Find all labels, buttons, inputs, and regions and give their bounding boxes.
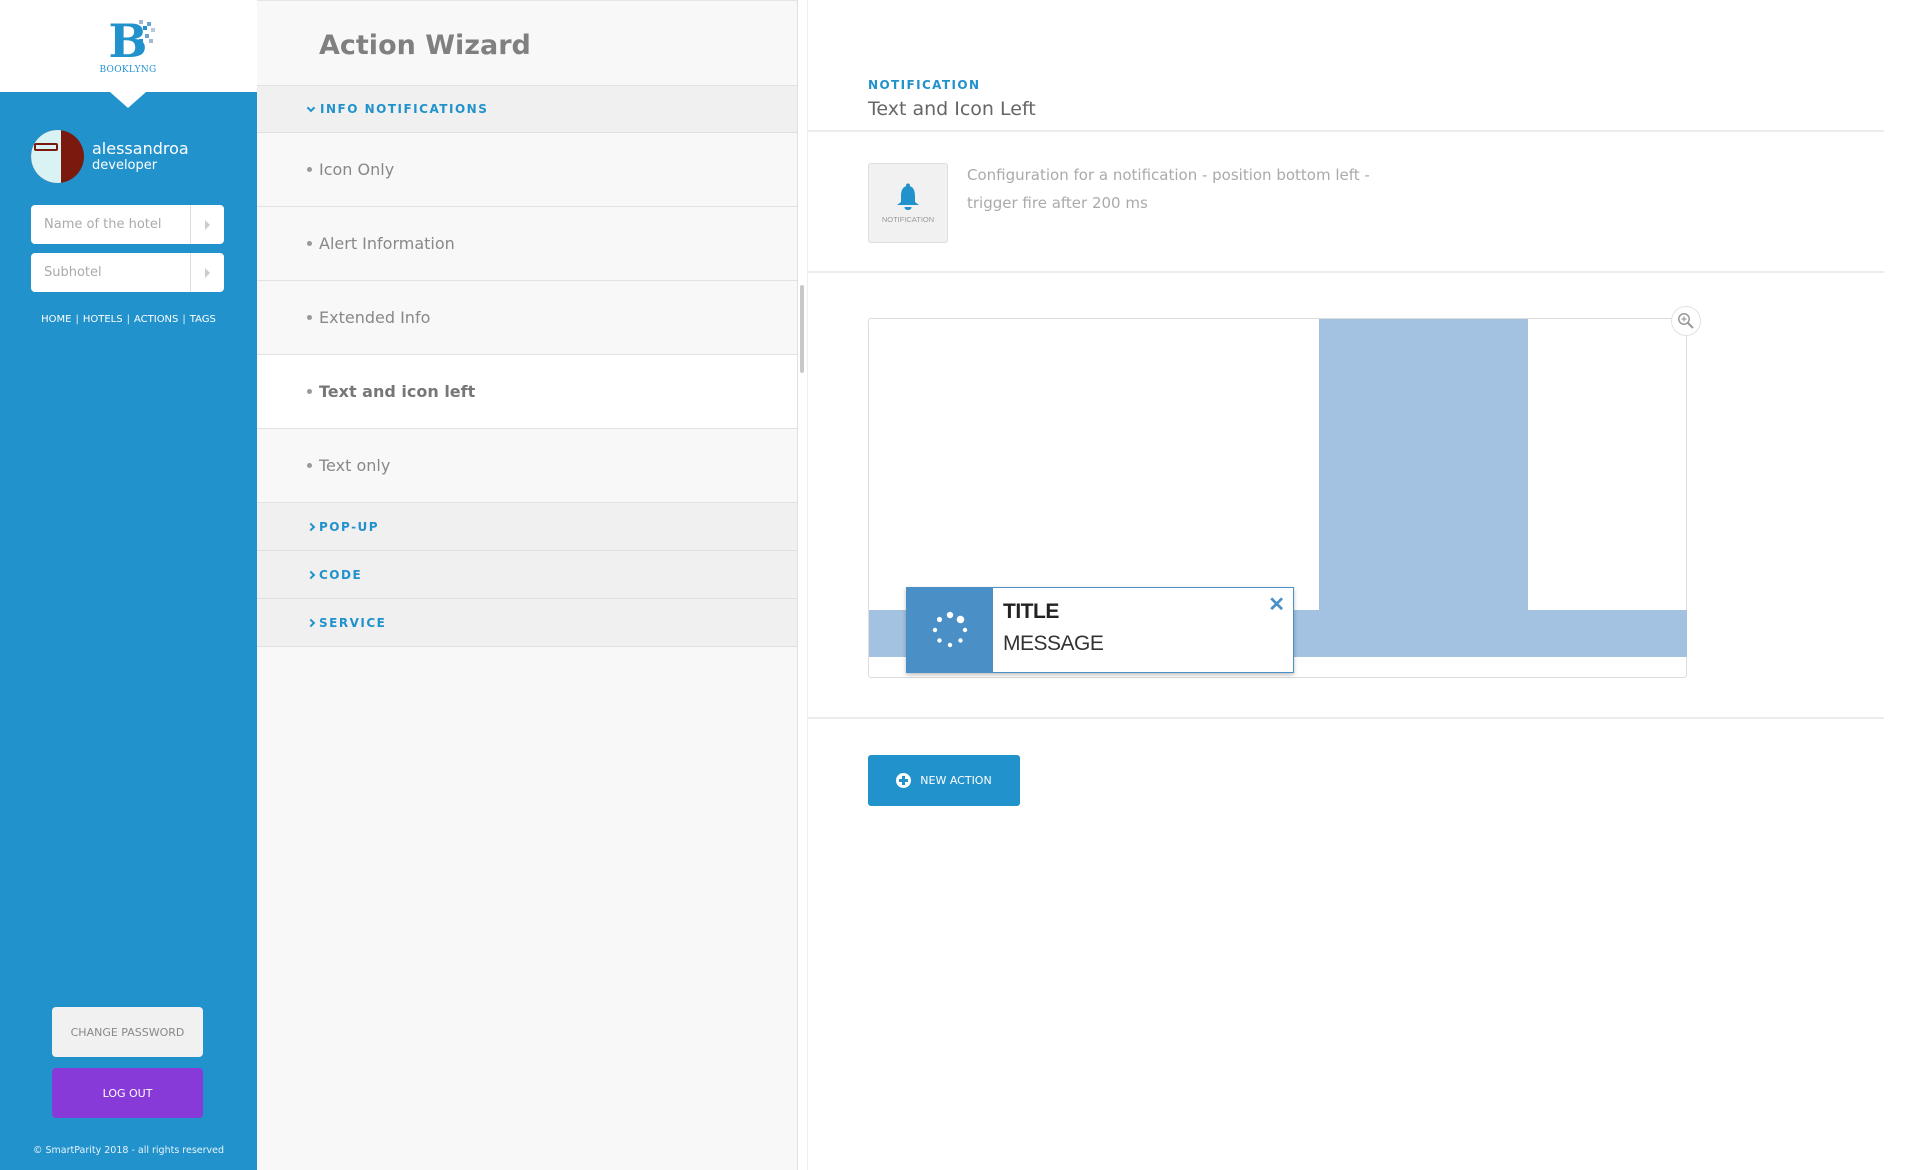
caret-right-icon bbox=[205, 267, 210, 278]
caret-right-icon bbox=[205, 219, 210, 230]
divider bbox=[808, 130, 1884, 132]
divider bbox=[808, 271, 1884, 273]
action-wizard-panel: Action Wizard INFO NOTIFICATIONS Icon On… bbox=[257, 0, 798, 1170]
section-code[interactable]: CODE bbox=[257, 551, 797, 599]
wizard-item-extended-info[interactable]: Extended Info bbox=[257, 281, 797, 355]
wizard-item-label: Alert Information bbox=[319, 234, 455, 253]
copyright-footer: © SmartParity 2018 - all rights reserved bbox=[32, 1145, 225, 1156]
user-profile: alessandroa developer bbox=[31, 128, 189, 184]
logo-area: B BOOKLYNG bbox=[0, 0, 257, 92]
bullet-icon bbox=[307, 315, 312, 320]
section-pop-up[interactable]: POP-UP bbox=[257, 503, 797, 551]
avatar[interactable] bbox=[31, 129, 84, 183]
nav-link-actions[interactable]: ACTIONS bbox=[134, 314, 178, 325]
action-description: Configuration for a notification - posit… bbox=[967, 166, 1370, 212]
preview-background-shape bbox=[1319, 319, 1528, 657]
page-title: Action Wizard bbox=[319, 30, 531, 61]
card-label: NOTIFICATION bbox=[881, 214, 935, 224]
toast-title: TITLE bbox=[1003, 600, 1059, 623]
wizard-item-text-and-icon-left[interactable]: Text and icon left bbox=[257, 355, 797, 429]
loading-spinner-icon bbox=[932, 611, 968, 648]
zoom-in-icon bbox=[1678, 313, 1694, 329]
wizard-item-alert-information[interactable]: Alert Information bbox=[257, 207, 797, 281]
plus-circle-icon bbox=[896, 773, 912, 788]
nav-separator: | bbox=[126, 314, 130, 325]
close-icon[interactable]: ✕ bbox=[1268, 592, 1285, 617]
section-label: POP-UP bbox=[319, 519, 380, 534]
subhotel-go-button[interactable] bbox=[190, 253, 224, 292]
detail-kicker: NOTIFICATION bbox=[868, 78, 981, 92]
booklyng-logo[interactable]: B BOOKLYNG bbox=[95, 18, 161, 80]
sidebar: B BOOKLYNG alessandroa developer Name of… bbox=[0, 0, 257, 1170]
notification-type-card: NOTIFICATION bbox=[868, 163, 948, 243]
scrollbar-thumb[interactable] bbox=[800, 285, 804, 373]
bell-icon bbox=[897, 183, 919, 210]
change-password-button[interactable]: CHANGE PASSWORD bbox=[52, 1007, 203, 1057]
nav-link-tags[interactable]: TAGS bbox=[190, 314, 216, 325]
user-role: developer bbox=[92, 157, 158, 173]
bullet-icon bbox=[307, 167, 312, 172]
section-label: INFO NOTIFICATIONS bbox=[320, 102, 489, 116]
wizard-item-icon-only[interactable]: Icon Only bbox=[257, 133, 797, 207]
detail-title: Text and Icon Left bbox=[868, 98, 1036, 120]
new-action-label: NEW ACTION bbox=[920, 774, 992, 787]
section-info-notifications[interactable]: INFO NOTIFICATIONS bbox=[257, 86, 797, 133]
divider bbox=[808, 717, 1884, 719]
chevron-right-icon bbox=[306, 522, 316, 531]
section-label: SERVICE bbox=[319, 615, 387, 630]
sidebar-nav: HOME | HOTELS | ACTIONS | TAGS bbox=[0, 314, 257, 325]
wizard-item-label: Text and icon left bbox=[319, 382, 476, 401]
subhotel-input[interactable] bbox=[31, 253, 190, 292]
chevron-down-icon bbox=[306, 103, 316, 112]
wizard-item-label: Text only bbox=[319, 456, 391, 475]
wizard-item-text-only[interactable]: Text only bbox=[257, 429, 797, 503]
chevron-right-icon bbox=[306, 618, 316, 627]
new-action-button[interactable]: NEW ACTION bbox=[868, 755, 1020, 806]
nav-link-home[interactable]: HOME bbox=[41, 314, 71, 325]
logout-button[interactable]: LOG OUT bbox=[52, 1068, 203, 1118]
bullet-icon bbox=[307, 241, 312, 246]
hotel-go-button[interactable] bbox=[190, 205, 224, 244]
user-name: alessandroa bbox=[92, 138, 189, 158]
zoom-in-button[interactable] bbox=[1671, 306, 1701, 336]
section-label: CODE bbox=[319, 567, 363, 582]
wizard-item-label: Icon Only bbox=[319, 160, 395, 179]
logo-pointer bbox=[110, 92, 146, 108]
hotel-name-input[interactable] bbox=[31, 205, 190, 244]
logo-pixel-dots bbox=[135, 20, 155, 46]
nav-link-hotels[interactable]: HOTELS bbox=[83, 314, 123, 325]
notification-toast-preview: TITLE MESSAGE ✕ bbox=[906, 587, 1294, 673]
chevron-right-icon bbox=[306, 570, 316, 579]
section-service[interactable]: SERVICE bbox=[257, 599, 797, 647]
bullet-icon bbox=[307, 463, 312, 468]
nav-separator: | bbox=[182, 314, 186, 325]
toast-message: MESSAGE bbox=[1003, 632, 1104, 655]
toast-icon-panel bbox=[907, 588, 993, 672]
nav-separator: | bbox=[75, 314, 79, 325]
subhotel-selector bbox=[31, 253, 224, 292]
bullet-icon bbox=[307, 389, 312, 394]
hotel-selector bbox=[31, 205, 224, 244]
wizard-item-label: Extended Info bbox=[319, 308, 431, 327]
